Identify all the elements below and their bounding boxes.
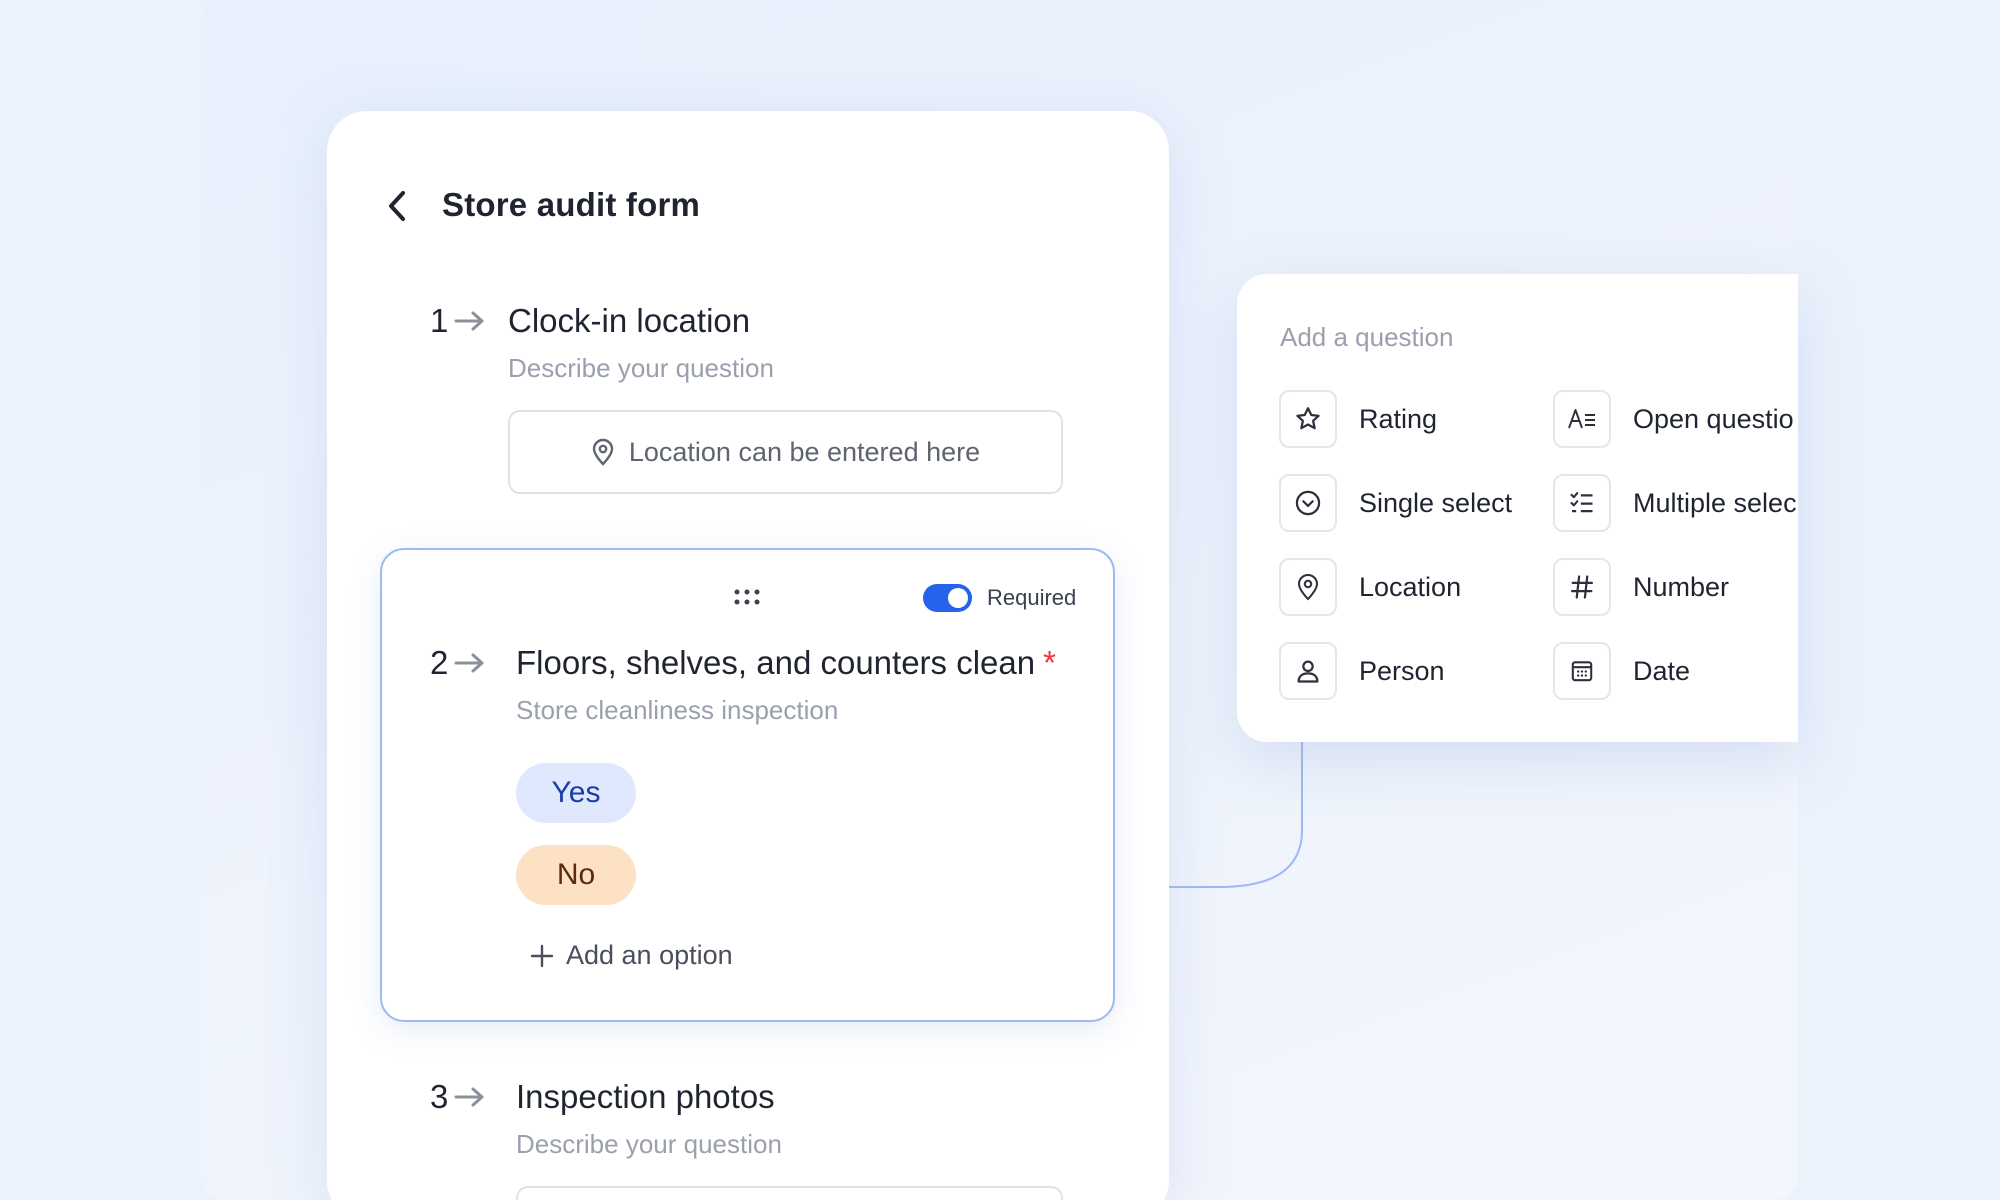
question-number: 1 <box>430 302 486 340</box>
question-title[interactable]: Clock-in location <box>508 302 750 340</box>
required-label: Required <box>987 585 1077 610</box>
arrow-right-icon <box>454 653 484 673</box>
question-title-text: Floors, shelves, and counters clean <box>516 644 1036 681</box>
type-date[interactable]: Date <box>1553 642 1690 700</box>
question-card-selected[interactable] <box>380 548 1115 1022</box>
add-question-panel: Add a question Rating Open questio Singl… <box>1237 274 1798 742</box>
question-title[interactable]: Floors, shelves, and counters clean * <box>516 644 1056 682</box>
add-question-title: Add a question <box>1280 322 1454 352</box>
type-label: Number <box>1633 571 1730 602</box>
type-label: Location <box>1359 571 1462 602</box>
text-icon <box>1553 390 1611 448</box>
chevron-circle-icon <box>1279 474 1337 532</box>
type-label: Date <box>1633 655 1691 686</box>
question-number: 3 <box>430 1078 486 1116</box>
drag-handle-icon[interactable] <box>733 587 761 607</box>
type-single-select[interactable]: Single select <box>1279 474 1512 532</box>
question-description[interactable]: Describe your question <box>516 1129 782 1160</box>
required-toggle[interactable] <box>923 584 972 612</box>
type-number[interactable]: Number <box>1553 558 1729 616</box>
type-person[interactable]: Person <box>1279 642 1445 700</box>
type-label: Multiple selec <box>1633 487 1797 518</box>
question-description[interactable]: Store cleanliness inspection <box>516 695 838 726</box>
back-button[interactable] <box>382 188 412 224</box>
type-rating[interactable]: Rating <box>1279 390 1437 448</box>
question-number-label: 1 <box>430 302 449 339</box>
type-multiple-select[interactable]: Multiple selec <box>1553 474 1797 532</box>
type-label: Rating <box>1359 403 1438 434</box>
type-location[interactable]: Location <box>1279 558 1461 616</box>
star-icon <box>1279 390 1337 448</box>
hash-icon <box>1553 558 1611 616</box>
checklist-icon <box>1553 474 1611 532</box>
question-number-label: 3 <box>430 1078 449 1115</box>
page-title: Store audit form <box>442 186 701 223</box>
location-pin-icon <box>1279 558 1337 616</box>
location-pin-icon <box>592 438 614 466</box>
chevron-left-icon <box>389 191 405 221</box>
option-no[interactable]: No <box>516 845 636 905</box>
calendar-icon <box>1553 642 1611 700</box>
person-icon <box>1279 642 1337 700</box>
plus-icon <box>530 944 554 967</box>
location-input-placeholder: Location can be entered here <box>628 436 981 467</box>
type-label: Single select <box>1359 487 1513 518</box>
question-title[interactable]: Inspection photos <box>516 1078 775 1116</box>
location-input[interactable]: Location can be entered here <box>508 410 1063 494</box>
question-number-label: 2 <box>430 644 449 681</box>
add-option-label: Add an option <box>566 940 733 970</box>
option-yes[interactable]: Yes <box>516 763 636 823</box>
add-option-button[interactable]: Add an option <box>530 940 733 971</box>
question-description[interactable]: Describe your question <box>508 353 774 384</box>
question-number: 2 <box>430 644 486 682</box>
arrow-right-icon <box>454 311 484 331</box>
photo-upload-field[interactable] <box>516 1186 1063 1200</box>
required-star: * <box>1043 644 1056 681</box>
arrow-right-icon <box>454 1087 484 1107</box>
type-open-question[interactable]: Open questio <box>1553 390 1794 448</box>
type-label: Person <box>1359 655 1445 686</box>
type-label: Open questio <box>1633 403 1794 434</box>
